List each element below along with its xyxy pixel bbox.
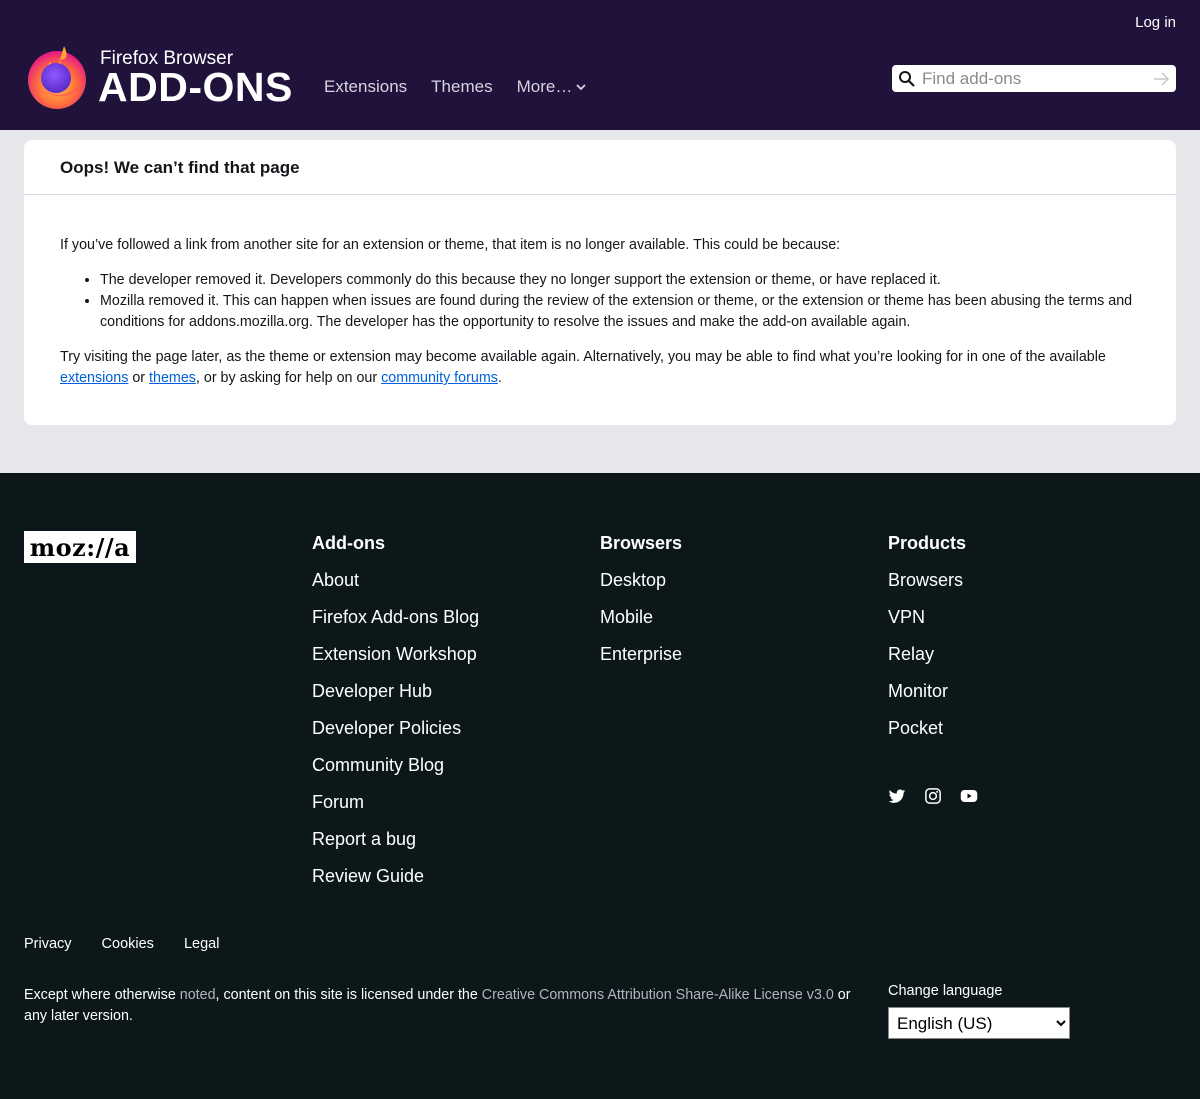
footer-heading-products: Products <box>888 533 967 553</box>
footer-link-enterprise[interactable]: Enterprise <box>600 644 682 681</box>
chevron-down-icon <box>576 83 586 90</box>
license-part: Except where otherwise <box>24 987 180 1003</box>
footer-link-forum[interactable]: Forum <box>312 792 479 829</box>
login-link[interactable]: Log in <box>1135 14 1176 31</box>
suggestion-text: Try visiting the page later, as the them… <box>60 347 1140 389</box>
nav-more[interactable]: More… <box>517 77 587 97</box>
footer-addons-column: Add-ons About Firefox Add-ons Blog Exten… <box>312 533 479 903</box>
mozilla-logo[interactable]: moz://a <box>24 531 136 563</box>
nav-more-label: More… <box>516 77 573 96</box>
footer-link-mobile[interactable]: Mobile <box>600 607 682 644</box>
youtube-icon[interactable] <box>960 787 978 805</box>
cc-license-link[interactable]: Creative Commons Attribution Share-Alike… <box>482 987 834 1003</box>
search-box <box>892 65 1176 92</box>
footer-link-extension-workshop[interactable]: Extension Workshop <box>312 644 479 681</box>
footer-link-relay[interactable]: Relay <box>888 644 966 681</box>
privacy-link[interactable]: Privacy <box>24 936 72 952</box>
suggestion-part: or <box>128 370 150 386</box>
brand-title[interactable]: ADD-ONS <box>98 64 293 111</box>
reasons-list: The developer removed it. Developers com… <box>100 270 1140 333</box>
cookies-link[interactable]: Cookies <box>102 936 154 952</box>
footer-heading-browsers: Browsers <box>600 533 683 553</box>
reason-item: The developer removed it. Developers com… <box>100 270 1140 291</box>
footer-heading-addons: Add-ons <box>312 533 385 553</box>
site-header: Log in Firefox Browser ADD-ONS Extension… <box>0 0 1200 130</box>
nav-extensions-label: Extensions <box>324 77 408 96</box>
footer-link-pocket[interactable]: Pocket <box>888 718 966 755</box>
change-language-label: Change language <box>888 983 1003 999</box>
main-content: Oops! We can’t find that page If you’ve … <box>0 130 1200 473</box>
noted-link[interactable]: noted <box>180 987 216 1003</box>
legal-links: Privacy Cookies Legal <box>24 936 219 952</box>
error-card: Oops! We can’t find that page If you’ve … <box>24 140 1176 425</box>
footer-link-monitor[interactable]: Monitor <box>888 681 966 718</box>
search-input[interactable] <box>922 68 1142 89</box>
footer-link-about[interactable]: About <box>312 570 479 607</box>
search-icon <box>899 70 915 87</box>
reason-item: Mozilla removed it. This can happen when… <box>100 291 1140 333</box>
footer-link-review-guide[interactable]: Review Guide <box>312 866 479 903</box>
license-text: Except where otherwise noted, content on… <box>24 985 874 1027</box>
nav-extensions[interactable]: Extensions <box>324 77 407 97</box>
footer-browsers-column: Browsers Desktop Mobile Enterprise <box>600 533 682 681</box>
community-forums-link[interactable]: community forums <box>381 370 498 386</box>
twitter-icon[interactable] <box>888 787 906 805</box>
footer-link-vpn[interactable]: VPN <box>888 607 966 644</box>
error-intro: If you’ve followed a link from another s… <box>60 237 841 253</box>
themes-link[interactable]: themes <box>149 370 196 386</box>
legal-link[interactable]: Legal <box>184 936 219 952</box>
footer-link-addons-blog[interactable]: Firefox Add-ons Blog <box>312 607 479 644</box>
suggestion-part: Try visiting the page later, as the them… <box>60 349 1106 365</box>
instagram-icon[interactable] <box>924 787 942 805</box>
main-nav: Extensions Themes More… <box>324 77 586 97</box>
error-body: If you’ve followed a link from another s… <box>24 195 1176 389</box>
firefox-logo-icon[interactable] <box>24 44 90 110</box>
footer-products-column: Products Browsers VPN Relay Monitor Pock… <box>888 533 966 755</box>
footer-link-desktop[interactable]: Desktop <box>600 570 682 607</box>
footer-link-report-bug[interactable]: Report a bug <box>312 829 479 866</box>
footer-link-community-blog[interactable]: Community Blog <box>312 755 479 792</box>
footer-link-developer-policies[interactable]: Developer Policies <box>312 718 479 755</box>
footer-link-browsers[interactable]: Browsers <box>888 570 966 607</box>
license-part: , content on this site is licensed under… <box>215 987 482 1003</box>
nav-themes[interactable]: Themes <box>431 77 492 97</box>
nav-themes-label: Themes <box>431 77 493 96</box>
language-select[interactable]: English (US) <box>888 1007 1070 1039</box>
footer-link-developer-hub[interactable]: Developer Hub <box>312 681 479 718</box>
arrow-right-icon[interactable] <box>1152 70 1170 88</box>
suggestion-part: . <box>497 370 502 386</box>
suggestion-part: , or by asking for help on our <box>195 370 382 386</box>
extensions-link[interactable]: extensions <box>60 370 128 386</box>
social-links <box>888 787 978 805</box>
page-title: Oops! We can’t find that page <box>24 140 1176 195</box>
